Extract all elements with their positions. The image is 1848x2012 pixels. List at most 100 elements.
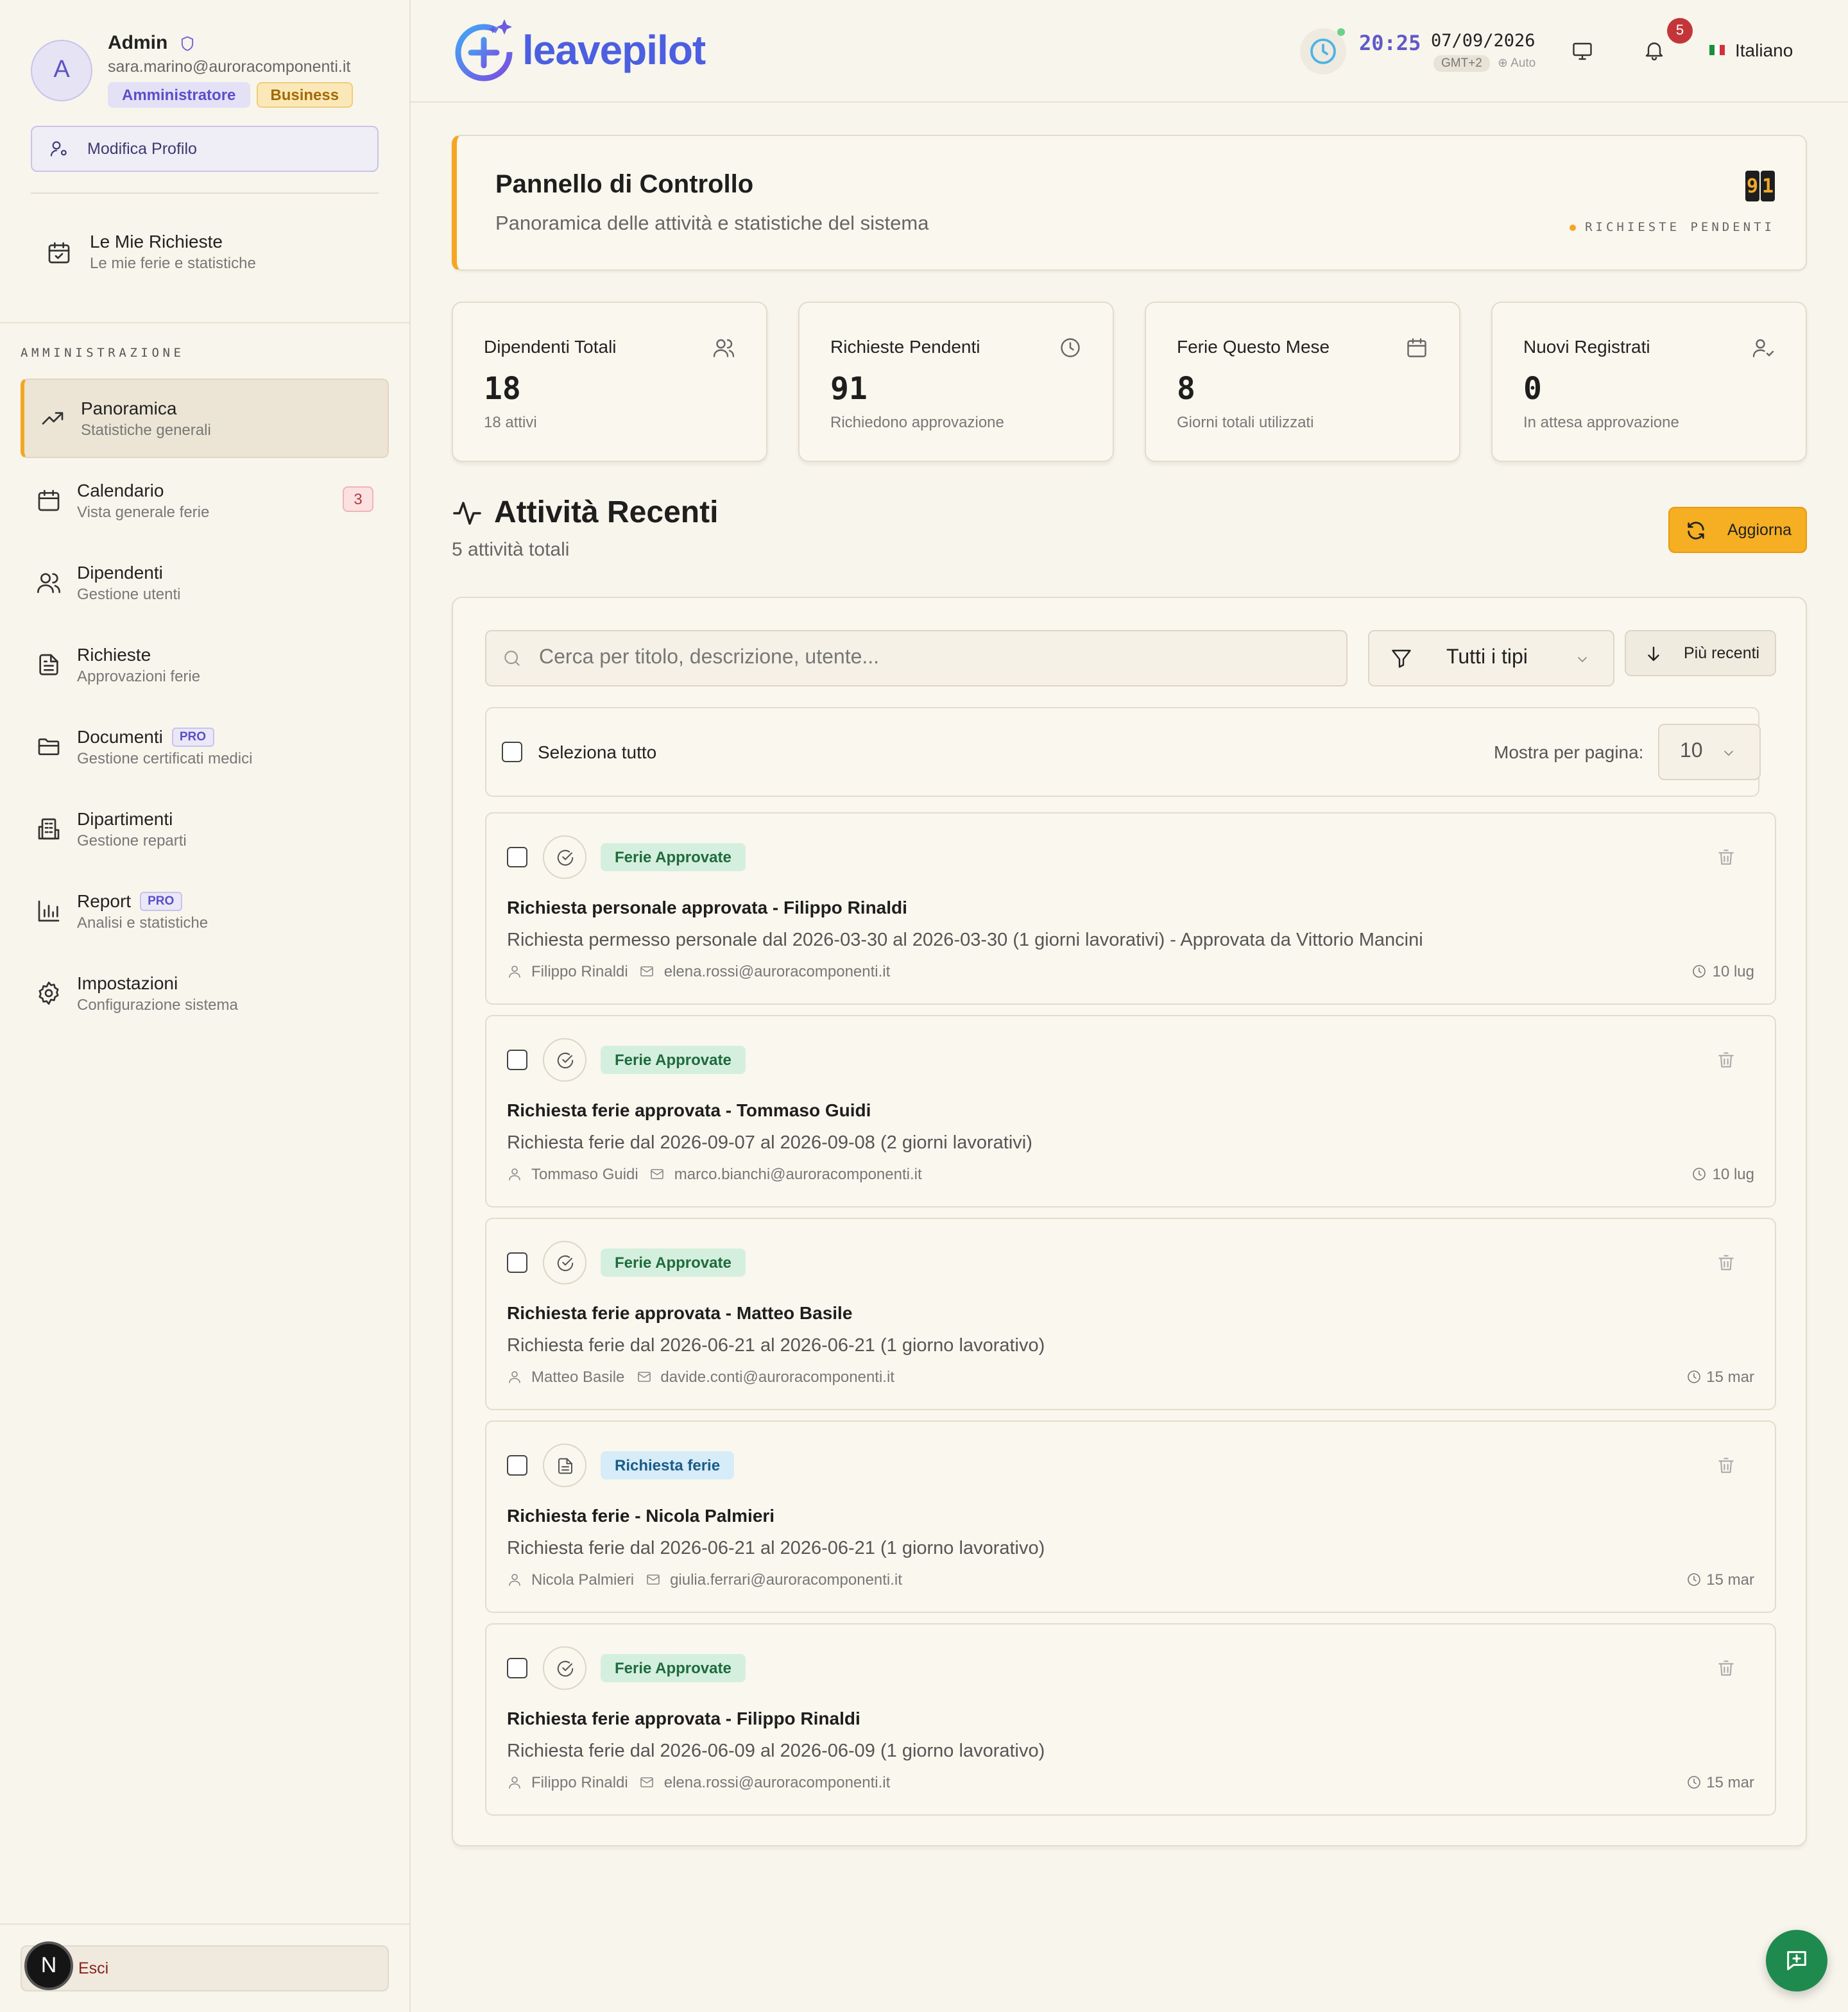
monitor-icon[interactable] [1571, 40, 1594, 63]
brand-logo[interactable]: leavepilot [453, 17, 706, 83]
activity-time: 15 mar [1686, 1368, 1754, 1386]
activity-item[interactable]: Ferie Approvate Richiesta personale appro… [485, 812, 1776, 1005]
nav-item-impostazioni[interactable]: Impostazioni Configurazione sistema [21, 953, 389, 1033]
page-title: Pannello di Controllo [495, 171, 754, 199]
user-check-icon [1752, 339, 1774, 357]
activity-time-text: 10 lug [1712, 1165, 1754, 1183]
activity-type-badge: Ferie Approvate [601, 1046, 746, 1074]
activity-user: Matteo Basile [531, 1368, 625, 1386]
activity-user: Tommaso Guidi [531, 1165, 638, 1183]
activity-type-badge: Ferie Approvate [601, 1654, 746, 1682]
status-dot [1337, 28, 1345, 36]
search-box[interactable] [485, 630, 1348, 686]
edit-profile-button[interactable]: Modifica Profilo [31, 126, 379, 172]
nav-label: Documenti [77, 726, 163, 747]
stat-title: Richieste Pendenti [830, 336, 980, 357]
arrow-down-icon [1648, 645, 1659, 661]
activity-meta: Matteo Basile davide.conti@auroracomponen… [507, 1368, 894, 1386]
stat-note: Richiedono approvazione [830, 413, 1004, 431]
user-icon [509, 1168, 520, 1181]
activity-meta: Filippo Rinaldi elena.rossi@auroracompone… [507, 962, 890, 980]
stat-card-ferie-mese[interactable]: Ferie Questo Mese 8 Giorni totali utiliz… [1145, 302, 1460, 462]
nav-item-dipartimenti[interactable]: Dipartimenti Gestione reparti [21, 789, 389, 869]
bell-icon[interactable] [1643, 38, 1666, 62]
check-circle-icon [543, 1038, 586, 1082]
nav-subtitle: Vista generale ferie [77, 503, 210, 521]
activity-user: Filippo Rinaldi [531, 1773, 628, 1791]
activity-item[interactable]: Ferie Approvate Richiesta ferie approvata… [485, 1015, 1776, 1207]
refresh-button[interactable]: Aggiorna [1668, 507, 1807, 553]
logout-button[interactable]: Esci [21, 1945, 389, 1991]
clock-icon [1687, 1370, 1700, 1383]
item-checkbox[interactable] [507, 1455, 527, 1476]
activity-email: elena.rossi@auroracomponenti.it [663, 962, 891, 980]
my-requests-title: Le Mie Richieste [90, 231, 223, 252]
divider [0, 1923, 411, 1925]
search-input[interactable] [539, 647, 1309, 670]
language-selector[interactable]: Italiano [1709, 40, 1793, 60]
trash-icon[interactable] [1716, 1455, 1736, 1476]
activity-item[interactable]: Ferie Approvate Richiesta ferie approvata… [485, 1623, 1776, 1816]
activity-title: Richiesta ferie approvata - Filippo Rina… [507, 1708, 860, 1728]
trash-icon[interactable] [1716, 1252, 1736, 1273]
nav-label: Richieste [77, 644, 151, 665]
check-circle-icon [543, 835, 586, 879]
activity-type-badge: Ferie Approvate [601, 1249, 746, 1277]
calendar-icon [38, 490, 60, 511]
trending-up-icon [42, 412, 64, 425]
item-checkbox[interactable] [507, 1050, 527, 1070]
type-filter-select[interactable]: Tutti i tipi [1368, 630, 1614, 686]
activity-time: 15 mar [1686, 1773, 1754, 1791]
select-all-checkbox[interactable] [502, 742, 522, 762]
nav-item-dipendenti[interactable]: Dipendenti Gestione utenti [21, 543, 389, 622]
pro-badge: PRO [140, 891, 182, 910]
bar-chart-icon [38, 900, 60, 922]
stat-title: Dipendenti Totali [484, 336, 617, 357]
activity-user: Nicola Palmieri [531, 1571, 635, 1589]
my-requests-link[interactable]: Le Mie Richieste Le mie ferie e statisti… [46, 231, 256, 272]
mail-icon [640, 1777, 654, 1787]
user-email: sara.marino@auroracomponenti.it [108, 58, 351, 76]
trash-icon[interactable] [1716, 1658, 1736, 1678]
activity-email: davide.conti@auroracomponenti.it [660, 1368, 894, 1386]
stat-note: In attesa approvazione [1523, 413, 1679, 431]
trash-icon[interactable] [1716, 847, 1736, 867]
user-icon [509, 1574, 520, 1586]
nav-item-documenti[interactable]: Documenti PRO Gestione certificati medici [21, 707, 389, 787]
nav-item-panoramica[interactable]: Panoramica Statistiche generali [21, 379, 389, 458]
shield-icon [181, 35, 193, 51]
item-checkbox[interactable] [507, 847, 527, 867]
nav-item-calendario[interactable]: Calendario Vista generale ferie 3 [21, 461, 389, 540]
clock-icon [1687, 1776, 1700, 1789]
avatar[interactable]: A [31, 40, 92, 101]
stat-card-dipendenti[interactable]: Dipendenti Totali 18 18 attivi [452, 302, 767, 462]
per-page-select[interactable]: 10 [1658, 724, 1761, 780]
trash-icon[interactable] [1716, 1050, 1736, 1070]
nav-item-report[interactable]: Report PRO Analisi e statistiche [21, 871, 389, 951]
sort-button[interactable]: Più recenti [1625, 630, 1776, 676]
pending-digit: 9 [1745, 171, 1759, 201]
document-icon [543, 1444, 586, 1487]
item-checkbox[interactable] [507, 1252, 527, 1273]
stat-card-nuovi-registrati[interactable]: Nuovi Registrati 0 In attesa approvazion… [1491, 302, 1807, 462]
stat-card-richieste-pendenti[interactable]: Richieste Pendenti 91 Richiedono approva… [798, 302, 1114, 462]
per-page-value: 10 [1680, 740, 1703, 762]
nav-item-richieste[interactable]: Richieste Approvazioni ferie [21, 625, 389, 704]
language-label: Italiano [1735, 40, 1793, 60]
activity-item[interactable]: Ferie Approvate Richiesta ferie approvata… [485, 1218, 1776, 1410]
nav-subtitle: Statistiche generali [81, 421, 211, 439]
select-all-label[interactable]: Seleziona tutto [538, 742, 656, 762]
activity-email: elena.rossi@auroracomponenti.it [663, 1773, 891, 1791]
italy-flag-icon [1709, 45, 1725, 55]
per-page-label: Mostra per pagina: [1494, 742, 1644, 762]
activity-title: Attività Recenti [494, 495, 719, 530]
item-checkbox[interactable] [507, 1658, 527, 1678]
activity-panel: Tutti i tipi Più recenti Seleziona tutto… [452, 597, 1807, 1846]
brand-name: leavepilot [522, 26, 706, 72]
activity-time-text: 15 mar [1706, 1773, 1754, 1791]
nav-subtitle: Gestione utenti [77, 585, 181, 603]
activity-item[interactable]: Richiesta ferie Richiesta ferie - Nicola … [485, 1420, 1776, 1613]
stat-value: 18 [484, 371, 521, 407]
dev-tools-badge[interactable]: N [24, 1941, 73, 1990]
chat-button[interactable] [1766, 1930, 1827, 1991]
